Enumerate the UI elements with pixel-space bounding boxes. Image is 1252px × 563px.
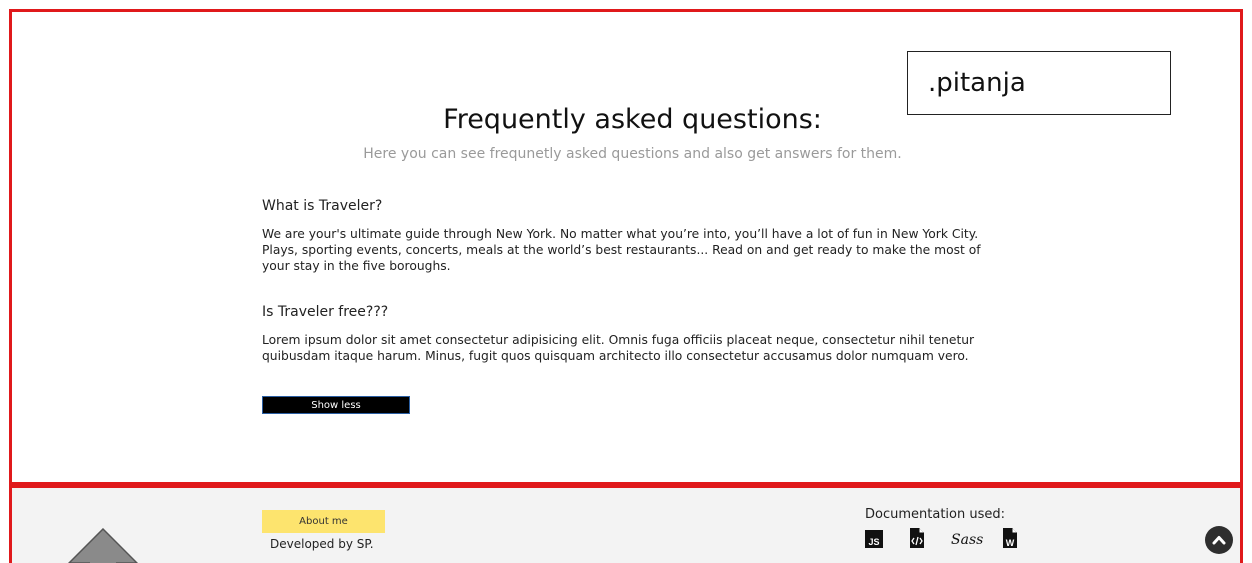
sass-icon[interactable]: Sass [949,527,983,549]
faq-question[interactable]: What is Traveler? [262,198,997,214]
faq-answer: We are your's ultimate guide through New… [262,227,981,273]
chevron-up-icon [1212,536,1226,545]
sass-icon-text: Sass [951,532,983,548]
about-me-button[interactable]: About me [262,510,385,533]
word-icon-text: W [1006,538,1015,548]
faq-answer: Lorem ipsum dolor sit amet consectetur a… [262,333,975,363]
word-file-icon[interactable]: W [1000,527,1020,549]
faq-item: What is Traveler? We are your's ultimate… [262,198,997,274]
faq-item: Is Traveler free??? Lorem ipsum dolor si… [262,304,997,364]
faq-title: Frequently asked questions: [443,104,822,135]
footer [9,485,1243,563]
show-less-button[interactable]: Show less [262,396,410,414]
js-icon[interactable]: JS [864,527,884,549]
documentation-title: Documentation used: [865,507,1005,522]
up-arrow-icon [68,528,138,563]
faq-question[interactable]: Is Traveler free??? [262,304,997,320]
js-icon-text: JS [868,537,879,547]
html-file-icon[interactable] [907,527,927,549]
developed-by-text: Developed by SP. [270,537,374,551]
faq-subtitle: Here you can see frequnetly asked questi… [363,146,902,162]
scroll-to-top-button[interactable] [1205,526,1233,554]
